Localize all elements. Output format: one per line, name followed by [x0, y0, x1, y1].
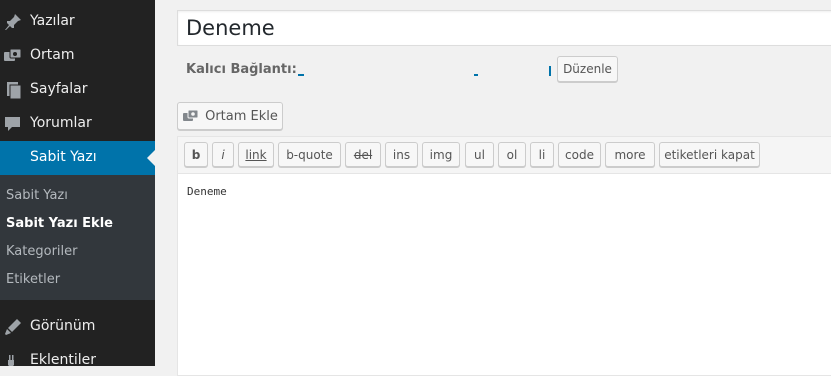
- submenu-item-etiketler[interactable]: Etiketler: [6, 272, 60, 287]
- menu-item-label: Görünüm: [30, 318, 96, 334]
- qt-img-button[interactable]: img: [422, 142, 460, 167]
- submenu-item-sabit-yazi-ekle[interactable]: Sabit Yazı Ekle: [6, 216, 113, 231]
- qt-li-button[interactable]: li: [530, 142, 554, 167]
- editor-content[interactable]: Deneme: [187, 185, 227, 198]
- media-icon: [182, 108, 200, 124]
- menu-item-label: Yorumlar: [30, 115, 92, 131]
- post-title-input[interactable]: Deneme: [177, 10, 831, 46]
- menu-item-label: Ortam: [30, 47, 75, 63]
- qt-close-tags-button[interactable]: etiketleri kapat: [659, 142, 760, 167]
- add-media-label: Ortam Ekle: [205, 108, 278, 124]
- qt-italic-button[interactable]: i: [212, 142, 234, 167]
- menu-item-eklentiler[interactable]: Eklentiler: [0, 344, 155, 366]
- menu-item-sayfalar[interactable]: Sayfalar: [0, 73, 155, 107]
- plugins-icon: [3, 351, 23, 366]
- submenu-item-sabit-yazi[interactable]: Sabit Yazı: [6, 188, 68, 203]
- menu-item-yazilar[interactable]: Yazılar: [0, 5, 155, 39]
- qt-more-button[interactable]: more: [605, 142, 655, 167]
- post-title-value: Deneme: [186, 16, 275, 40]
- text-editor: b i link b-quote del ins img ul ol li co…: [177, 136, 831, 376]
- menu-item-gorunum[interactable]: Görünüm: [0, 310, 155, 344]
- qt-ol-button[interactable]: ol: [498, 142, 526, 167]
- admin-sidebar: Yazılar Ortam Sayfalar Yorumlar Sabit Ya…: [0, 0, 155, 366]
- add-media-button[interactable]: Ortam Ekle: [177, 102, 283, 130]
- pin-icon: [3, 12, 23, 32]
- menu-item-sabit-yazi[interactable]: Sabit Yazı: [0, 141, 155, 175]
- submenu: Sabit Yazı Sabit Yazı Ekle Kategoriler E…: [0, 175, 155, 300]
- comments-icon: [3, 114, 23, 134]
- permalink-label: Kalıcı Bağlantı:: [186, 62, 297, 77]
- permalink-url[interactable]: [298, 66, 551, 76]
- menu-item-label: Sabit Yazı: [30, 149, 97, 165]
- pages-icon: [3, 80, 23, 100]
- current-menu-arrow: [147, 150, 155, 166]
- qt-bquote-button[interactable]: b-quote: [278, 142, 341, 167]
- qt-del-button[interactable]: del: [345, 142, 381, 167]
- appearance-icon: [3, 317, 23, 337]
- qt-code-button[interactable]: code: [558, 142, 601, 167]
- menu-item-label: Yazılar: [30, 13, 75, 29]
- qt-link-button[interactable]: link: [238, 142, 274, 167]
- edit-permalink-button[interactable]: Düzenle: [557, 56, 618, 82]
- quicktags-toolbar: b i link b-quote del ins img ul ol li co…: [178, 137, 831, 174]
- menu-item-ortam[interactable]: Ortam: [0, 39, 155, 73]
- submenu-item-kategoriler[interactable]: Kategoriler: [6, 244, 77, 259]
- menu-item-label: Sayfalar: [30, 81, 88, 97]
- qt-ins-button[interactable]: ins: [385, 142, 418, 167]
- qt-bold-button[interactable]: b: [184, 142, 208, 167]
- media-icon: [3, 46, 23, 66]
- menu-item-label: Eklentiler: [30, 352, 96, 366]
- qt-ul-button[interactable]: ul: [465, 142, 494, 167]
- menu-item-yorumlar[interactable]: Yorumlar: [0, 107, 155, 141]
